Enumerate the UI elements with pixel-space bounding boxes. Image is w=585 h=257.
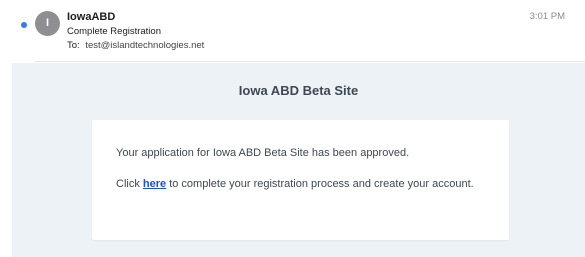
registration-link[interactable]: here bbox=[143, 178, 166, 190]
email-body: Iowa ABD Beta Site Your application for … bbox=[12, 63, 585, 257]
message-header: I IowaABD Complete Registration To: test… bbox=[0, 0, 585, 62]
registration-text-suffix: to complete your registration process an… bbox=[166, 178, 474, 190]
email-viewer: I IowaABD Complete Registration To: test… bbox=[0, 0, 585, 257]
sender-name[interactable]: IowaABD bbox=[67, 10, 115, 24]
to-label: To: bbox=[67, 40, 80, 51]
unread-indicator bbox=[21, 22, 27, 28]
message-card: Your application for Iowa ABD Beta Site … bbox=[92, 120, 509, 240]
sender-avatar: I bbox=[35, 11, 60, 36]
recipient-line: To: test@islandtechnologies.net bbox=[67, 40, 204, 52]
site-title: Iowa ABD Beta Site bbox=[238, 83, 359, 98]
header-divider bbox=[35, 61, 585, 62]
approval-text: Your application for Iowa ABD Beta Site … bbox=[116, 147, 410, 159]
received-time: 3:01 PM bbox=[529, 11, 565, 22]
message-subject: Complete Registration bbox=[67, 26, 161, 37]
registration-text-prefix: Click bbox=[116, 178, 143, 190]
registration-text: Click here to complete your registration… bbox=[116, 175, 496, 193]
recipient-address[interactable]: test@islandtechnologies.net bbox=[85, 40, 204, 51]
